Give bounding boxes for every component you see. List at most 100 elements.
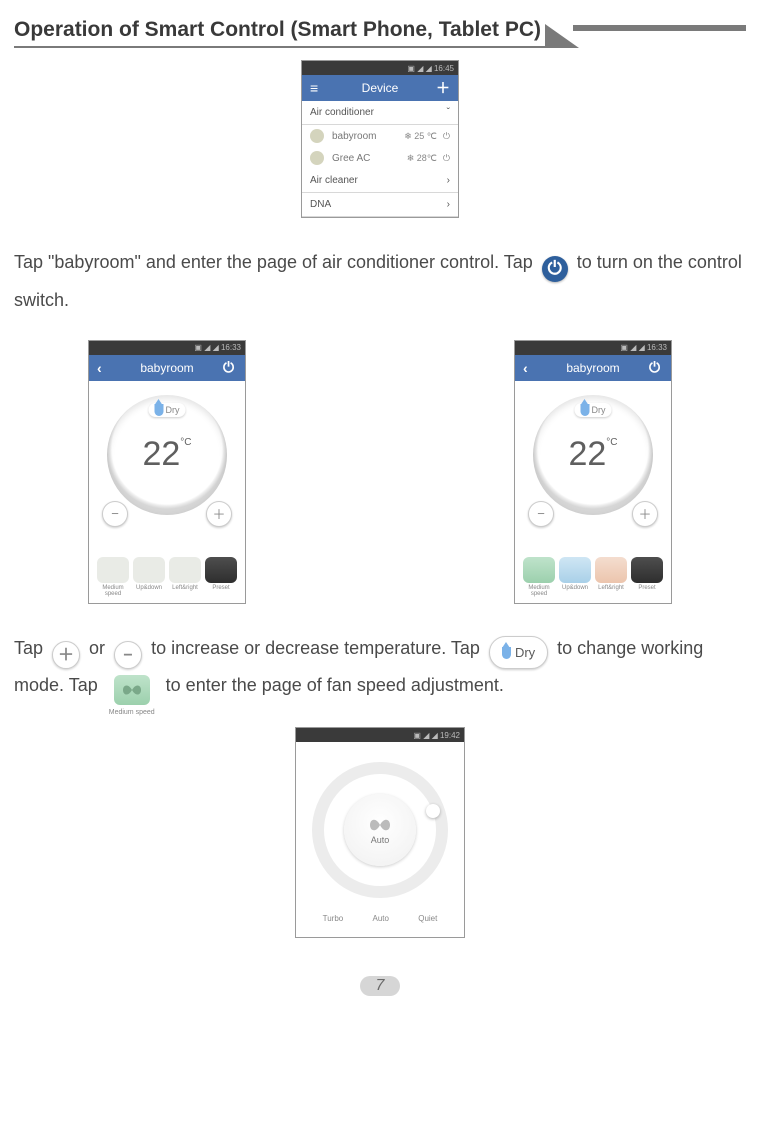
tile-preset[interactable] <box>205 557 237 583</box>
tile-fan[interactable] <box>97 557 129 583</box>
status-icons: ▣ ◢ ◢ <box>194 343 218 352</box>
temperature-value: 22°C <box>568 435 617 474</box>
control-phone-off: ▣ ◢ ◢ 16:33 ‹ babyroom ⏻ Dry 22°C − ＋ <box>88 340 246 604</box>
instruction-paragraph-2: Tap ＋ or − to increase or decrease tempe… <box>14 630 746 713</box>
fan-opt-turbo[interactable]: Turbo <box>323 914 344 923</box>
minus-icon[interactable]: − <box>114 641 142 669</box>
device-row-gree[interactable]: Gree AC ❄ 28℃ ⏻ <box>302 147 458 169</box>
water-drop-icon <box>581 404 590 416</box>
tile-label: Medium speed <box>523 585 555 597</box>
tile-label: Up&down <box>559 585 591 597</box>
instruction-paragraph-1: Tap "babyroom" and enter the page of air… <box>14 244 746 320</box>
minus-button[interactable]: − <box>102 501 128 527</box>
fan-tile-icon <box>114 675 150 705</box>
control-header: ‹ babyroom ⏻ <box>89 355 245 381</box>
text: or <box>89 638 110 658</box>
tile-leftright[interactable] <box>595 557 627 583</box>
device-header-title: Device <box>362 81 399 95</box>
tile-label: Up&down <box>133 585 165 597</box>
dry-label: Dry <box>515 639 535 666</box>
back-icon[interactable]: ‹ <box>523 360 537 376</box>
tile-fan[interactable] <box>523 557 555 583</box>
device-thumb <box>310 151 324 165</box>
status-time: 16:33 <box>647 343 667 352</box>
temperature-value: 22°C <box>142 435 191 474</box>
section-title: Operation of Smart Control (Smart Phone,… <box>14 18 547 48</box>
menu-icon[interactable]: ≡ <box>310 80 324 96</box>
power-icon[interactable]: ⏻ <box>443 153 450 164</box>
add-device-icon[interactable]: ＋ <box>436 78 450 98</box>
plus-button[interactable]: ＋ <box>206 501 232 527</box>
tile-label: Preset <box>205 585 237 597</box>
tile-labels: Medium speed Up&down Left&right Preset <box>523 585 663 597</box>
water-drop-icon <box>155 404 164 416</box>
chevron-right-icon: › <box>447 199 450 210</box>
device-name: babyroom <box>332 131 376 142</box>
power-icon[interactable]: ⏻ <box>223 359 237 376</box>
status-icons: ▣ ◢ ◢ <box>407 64 431 73</box>
status-bar: ▣ ◢ ◢ 16:33 <box>515 341 671 355</box>
fan-centre: Auto <box>344 794 416 866</box>
plus-icon[interactable]: ＋ <box>52 641 80 669</box>
power-icon[interactable]: ⏻ <box>443 131 450 142</box>
device-thumb <box>310 129 324 143</box>
power-icon[interactable]: ⏻ <box>649 359 663 376</box>
tile-label: Left&right <box>595 585 627 597</box>
text: Tap <box>14 638 48 658</box>
status-bar: ▣ ◢ ◢ 19:42 <box>296 728 464 742</box>
group-label: Air conditioner <box>310 107 374 118</box>
status-bar: ▣ ◢ ◢ 16:45 <box>302 61 458 75</box>
tile-label: Medium speed <box>97 585 129 597</box>
minus-button[interactable]: − <box>528 501 554 527</box>
tile-updown[interactable] <box>559 557 591 583</box>
tile-labels: Medium speed Up&down Left&right Preset <box>97 585 237 597</box>
tile-label: Preset <box>631 585 663 597</box>
fan-centre-label: Auto <box>371 835 390 845</box>
mode-label: Dry <box>592 405 606 415</box>
chevron-down-icon: ˇ <box>447 107 450 118</box>
fan-speed-phone: ▣ ◢ ◢ 19:42 Auto Turbo Auto Quiet <box>295 727 465 938</box>
function-tiles <box>97 557 237 583</box>
power-icon[interactable]: ⏻ <box>542 256 568 282</box>
tile-updown[interactable] <box>133 557 165 583</box>
temperature-dial: Dry 22°C <box>533 395 653 515</box>
status-icons: ▣ ◢ ◢ <box>620 343 644 352</box>
device-header: ≡ Device ＋ <box>302 75 458 101</box>
text: Tap "babyroom" and enter the page of air… <box>14 252 538 272</box>
fan-dial[interactable]: Auto <box>312 762 448 898</box>
function-tiles <box>523 557 663 583</box>
mode-label: Dry <box>166 405 180 415</box>
mode-tag: Dry <box>149 403 186 417</box>
temperature-dial: Dry 22°C <box>107 395 227 515</box>
status-bar: ▣ ◢ ◢ 16:33 <box>89 341 245 355</box>
back-icon[interactable]: ‹ <box>97 360 111 376</box>
control-header: ‹ babyroom ⏻ <box>515 355 671 381</box>
text: to increase or decrease temperature. Tap <box>151 638 485 658</box>
control-phone-on: ▣ ◢ ◢ 16:33 ‹ babyroom ⏻ Dry 22°C − ＋ <box>514 340 672 604</box>
tile-label: Left&right <box>169 585 201 597</box>
device-group-dna[interactable]: DNA › <box>302 193 458 217</box>
device-group-aircleaner[interactable]: Air cleaner › <box>302 169 458 193</box>
device-temp: ❄ 25 ℃ <box>404 131 437 142</box>
tile-leftright[interactable] <box>169 557 201 583</box>
fan-options: Turbo Auto Quiet <box>296 906 464 937</box>
device-group-aircond[interactable]: Air conditioner ˇ <box>302 101 458 125</box>
text: to enter the page of fan speed adjustmen… <box>166 675 504 695</box>
device-name: Gree AC <box>332 153 370 164</box>
device-temp: ❄ 28℃ <box>407 153 437 164</box>
fan-opt-auto[interactable]: Auto <box>373 914 389 923</box>
fan-sub-label: Medium speed <box>109 706 155 721</box>
status-time: 19:42 <box>440 731 460 740</box>
plus-button[interactable]: ＋ <box>632 501 658 527</box>
mode-tag: Dry <box>575 403 612 417</box>
dry-mode-button[interactable]: Dry <box>489 636 548 669</box>
fan-speed-button[interactable]: Medium speed <box>109 675 155 721</box>
device-row-babyroom[interactable]: babyroom ❄ 25 ℃ ⏻ <box>302 125 458 147</box>
fan-knob[interactable] <box>426 804 440 818</box>
tile-preset[interactable] <box>631 557 663 583</box>
status-time: 16:33 <box>221 343 241 352</box>
fan-opt-quiet[interactable]: Quiet <box>418 914 437 923</box>
water-drop-icon <box>502 647 511 659</box>
device-list-phone: ▣ ◢ ◢ 16:45 ≡ Device ＋ Air conditioner ˇ… <box>301 60 459 218</box>
status-time: 16:45 <box>434 64 454 73</box>
